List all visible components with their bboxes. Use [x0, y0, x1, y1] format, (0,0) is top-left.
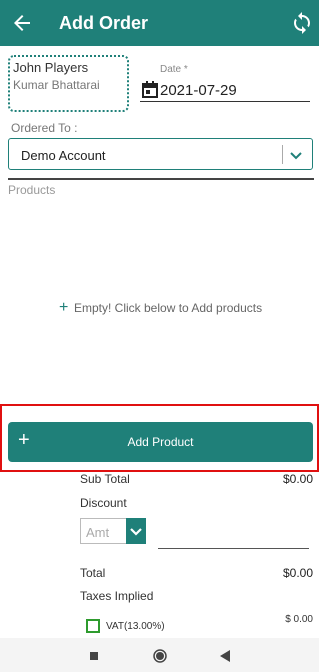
- app-bar: Add Order: [0, 0, 319, 46]
- vat-checkbox[interactable]: [86, 619, 100, 633]
- chevron-down-icon[interactable]: [287, 146, 305, 164]
- account-select[interactable]: Demo Account: [8, 138, 313, 170]
- back-icon[interactable]: [219, 650, 231, 662]
- chevron-down-icon: [130, 528, 142, 536]
- account-select-value: Demo Account: [21, 148, 106, 163]
- sub-total-value: $0.00: [282, 472, 313, 486]
- customer-name: John Players: [13, 60, 89, 75]
- calendar-icon[interactable]: [142, 81, 158, 98]
- total-value: $0.00: [282, 566, 313, 580]
- system-nav-bar: [0, 638, 319, 672]
- date-underline: [140, 101, 310, 102]
- discount-type-select[interactable]: Amt: [80, 518, 146, 544]
- date-label: Date *: [160, 64, 188, 75]
- discount-dropdown-button[interactable]: [126, 518, 146, 544]
- total-label: Total: [80, 566, 106, 580]
- discount-input[interactable]: [158, 548, 309, 549]
- add-product-label: Add Product: [127, 435, 194, 449]
- empty-products-text: Empty! Click below to Add products: [74, 301, 263, 315]
- discount-type-value: Amt: [86, 525, 110, 540]
- home-icon[interactable]: [153, 649, 167, 663]
- ordered-to-label: Ordered To :: [11, 121, 78, 135]
- section-divider: [8, 178, 314, 180]
- customer-subtitle: Kumar Bhattarai: [13, 78, 100, 92]
- vat-value: $ 0.00: [285, 614, 313, 625]
- select-divider: [282, 145, 283, 164]
- vat-label: VAT(13.00%): [106, 621, 165, 632]
- date-field[interactable]: 2021-07-29: [160, 82, 237, 99]
- arrow-left-icon[interactable]: [10, 11, 34, 35]
- discount-label: Discount: [80, 496, 127, 510]
- recents-icon[interactable]: [90, 652, 98, 660]
- plus-icon: +: [59, 299, 69, 316]
- sync-icon[interactable]: [290, 11, 314, 35]
- products-label: Products: [8, 183, 56, 197]
- add-product-button[interactable]: + Add Product: [8, 422, 313, 462]
- page-title: Add Order: [59, 13, 149, 33]
- sub-total-label: Sub Total: [80, 472, 130, 486]
- taxes-label: Taxes Implied: [80, 589, 154, 603]
